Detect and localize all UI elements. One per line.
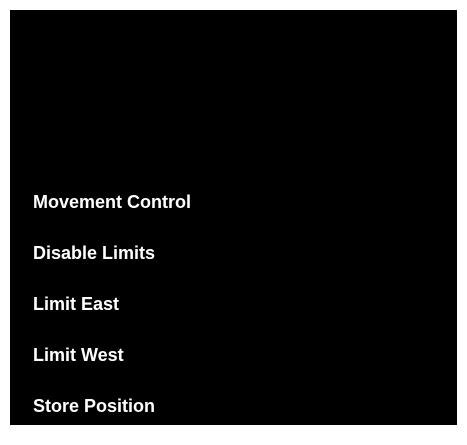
menu-item-disable-limits[interactable]: Disable Limits [33,241,191,292]
menu-item-label: Limit East [33,294,120,314]
menu-item-store-position[interactable]: Store Position [33,394,191,445]
menu-screen: Movement Control Disable Limits Limit Ea… [10,10,457,425]
menu-item-label: Store Position [33,396,156,416]
menu-item-label: Movement Control [33,192,192,212]
settings-menu: Movement Control Disable Limits Limit Ea… [33,190,191,445]
menu-item-limit-east[interactable]: Limit East [33,292,191,343]
menu-item-limit-west[interactable]: Limit West [33,343,191,394]
menu-item-label: Limit West [33,345,124,365]
menu-item-movement-control[interactable]: Movement Control [33,190,191,241]
menu-item-label: Disable Limits [33,243,156,263]
